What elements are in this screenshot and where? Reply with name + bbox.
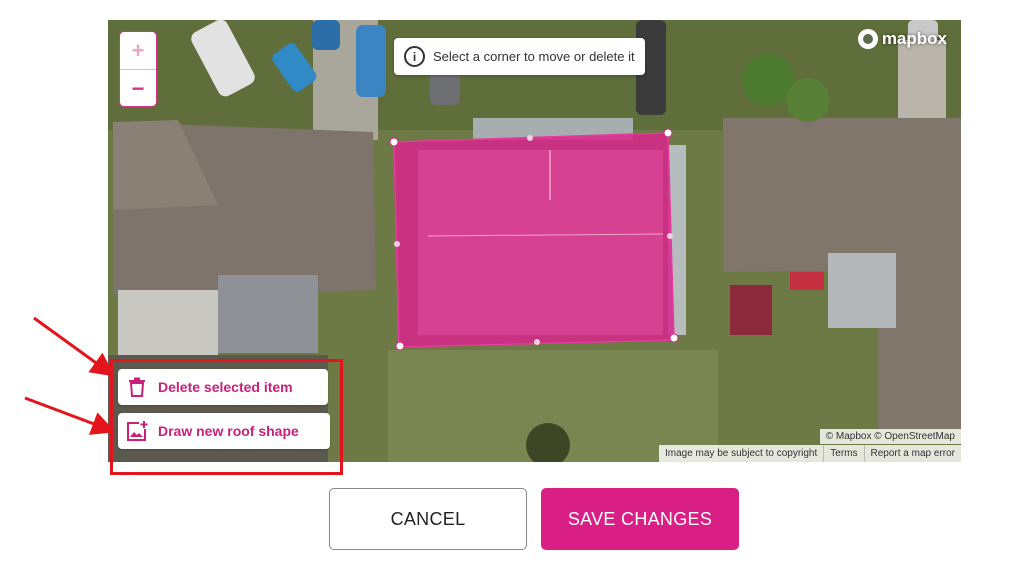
save-changes-button[interactable]: SAVE CHANGES [541, 488, 739, 550]
map-footer-links: Image may be subject to copyright Terms … [658, 445, 961, 462]
annotation-arrow-1 [33, 316, 115, 377]
zoom-out-button[interactable]: − [120, 70, 156, 106]
map-attribution[interactable]: © Mapbox © OpenStreetMap [819, 429, 961, 444]
mapbox-logo-icon [857, 29, 878, 49]
mapbox-logo[interactable]: mapbox [857, 29, 947, 49]
copyright-notice: Image may be subject to copyright [664, 448, 818, 459]
tooltip-text: Select a corner to move or delete it [433, 49, 635, 64]
info-icon: i [404, 46, 425, 67]
cancel-button[interactable]: CANCEL [329, 488, 527, 550]
annotation-arrow-2 [24, 396, 116, 435]
mapbox-logo-text: mapbox [881, 29, 947, 48]
terms-link[interactable]: Terms [823, 445, 863, 462]
page: + − i Select a corner to move or delete … [0, 0, 1024, 587]
zoom-in-button[interactable]: + [120, 32, 156, 70]
annotation-highlight-box [110, 359, 343, 475]
report-map-error-link[interactable]: Report a map error [863, 445, 961, 462]
zoom-control: + − [119, 31, 157, 107]
instruction-tooltip: i Select a corner to move or delete it [394, 38, 645, 75]
